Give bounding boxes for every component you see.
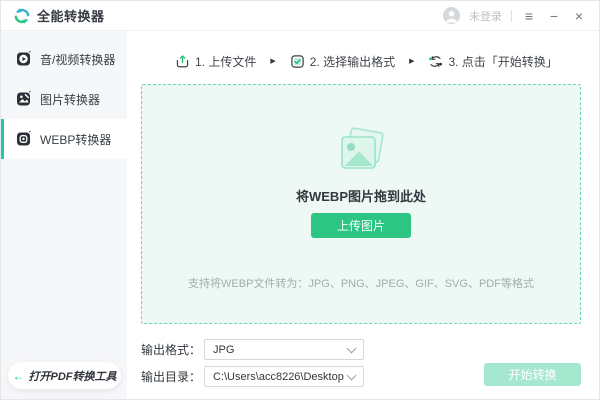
picture-placeholder-icon <box>142 127 580 180</box>
checkbox-checked-icon <box>290 54 305 69</box>
step-label: 1. 上传文件 <box>195 53 256 70</box>
open-pdf-tool-button[interactable]: ← 打开PDF转换工具 <box>8 362 121 389</box>
step-start-convert: 3. 点击「开始转换」 <box>428 53 557 70</box>
titlebar: 全能转换器 未登录 ≡ − × <box>1 1 599 31</box>
supported-formats-text: 支持将WEBP文件转为：JPG、PNG、JPEG、GIF、SVG、PDF等格式 <box>142 275 580 291</box>
titlebar-divider <box>511 10 512 22</box>
logo-area: 全能转换器 <box>13 6 105 25</box>
sidebar-item-audio-video-converter[interactable]: 音/视频转换器 <box>1 39 127 79</box>
step-label: 2. 选择输出格式 <box>310 53 395 70</box>
sidebar-item-label: 音/视频转换器 <box>40 51 115 68</box>
sidebar-item-label: WEBP转换器 <box>40 131 111 148</box>
step-choose-format: 2. 选择输出格式 <box>290 53 395 70</box>
output-directory-value: C:\Users\acc8226\Desktop <box>213 371 344 383</box>
steps-bar: 1. 上传文件 ▶ 2. 选择输出格式 ▶ 3. 点击「开始转 <box>175 52 558 70</box>
upload-tray-icon <box>175 54 190 69</box>
start-convert-button[interactable]: 开始转换 <box>484 363 581 386</box>
app-title: 全能转换器 <box>37 6 105 25</box>
open-pdf-tool-label: 打开PDF转换工具 <box>29 368 117 384</box>
upload-image-button[interactable]: 上传图片 <box>311 213 411 238</box>
close-icon[interactable]: × <box>571 9 587 23</box>
sidebar-item-label: 图片转换器 <box>40 91 100 108</box>
output-format-row: 输出格式： JPG <box>141 339 364 360</box>
step-arrow-icon: ▶ <box>409 58 414 65</box>
output-format-label: 输出格式： <box>141 341 204 358</box>
webp-drop-zone[interactable]: 将WEBP图片拖到此处 上传图片 支持将WEBP文件转为：JPG、PNG、JPE… <box>141 84 581 324</box>
chevron-down-icon <box>347 343 357 353</box>
output-directory-select[interactable]: C:\Users\acc8226\Desktop <box>204 366 364 387</box>
hamburger-menu-icon[interactable]: ≡ <box>521 9 537 23</box>
image-converter-icon <box>16 91 32 107</box>
step-label: 3. 点击「开始转换」 <box>448 53 557 70</box>
sidebar-item-webp-converter[interactable]: WEBP转换器 <box>1 119 127 159</box>
login-status[interactable]: 未登录 <box>469 8 502 24</box>
app-window: 全能转换器 未登录 ≡ − × <box>0 0 600 400</box>
user-avatar-icon[interactable] <box>443 7 460 24</box>
output-format-select[interactable]: JPG <box>204 339 364 360</box>
sidebar-item-image-converter[interactable]: 图片转换器 <box>1 79 127 119</box>
output-directory-label: 输出目录： <box>141 368 204 385</box>
output-directory-row: 输出目录： C:\Users\acc8226\Desktop <box>141 366 364 387</box>
app-logo-icon <box>13 7 31 25</box>
step-upload-file: 1. 上传文件 <box>175 53 256 70</box>
minimize-icon[interactable]: − <box>546 9 562 23</box>
sidebar: 音/视频转换器 图片转换器 WEBP转 <box>1 31 128 399</box>
convert-cycle-icon <box>428 54 443 69</box>
webp-converter-icon <box>16 131 32 147</box>
titlebar-controls: 未登录 ≡ − × <box>443 7 587 24</box>
arrow-left-icon: ← <box>13 369 25 383</box>
dropzone-title: 将WEBP图片拖到此处 <box>142 186 580 205</box>
sidebar-list: 音/视频转换器 图片转换器 WEBP转 <box>1 31 127 159</box>
main-panel: 1. 上传文件 ▶ 2. 选择输出格式 ▶ 3. 点击「开始转 <box>127 31 599 399</box>
chevron-down-icon <box>347 370 357 380</box>
output-format-value: JPG <box>213 344 234 356</box>
video-converter-icon <box>16 51 32 67</box>
step-arrow-icon: ▶ <box>270 58 275 65</box>
